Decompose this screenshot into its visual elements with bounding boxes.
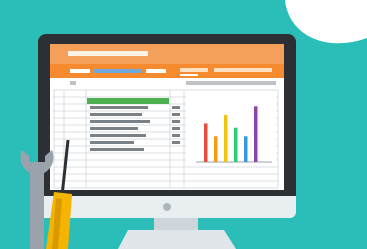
chart-bar-1	[204, 123, 208, 162]
chart-bar-2	[214, 136, 218, 162]
chart-bar-4	[234, 127, 238, 162]
chart-bar-6	[254, 106, 258, 162]
spreadsheet-icon	[50, 44, 284, 190]
power-button	[163, 203, 171, 211]
header-row	[87, 98, 169, 104]
chart-bar-3	[224, 114, 228, 162]
chart-bar-5	[244, 136, 248, 162]
bar-chart-icon	[186, 92, 276, 164]
corner-bubble	[285, 0, 367, 44]
illustration-canvas	[20, 0, 367, 249]
